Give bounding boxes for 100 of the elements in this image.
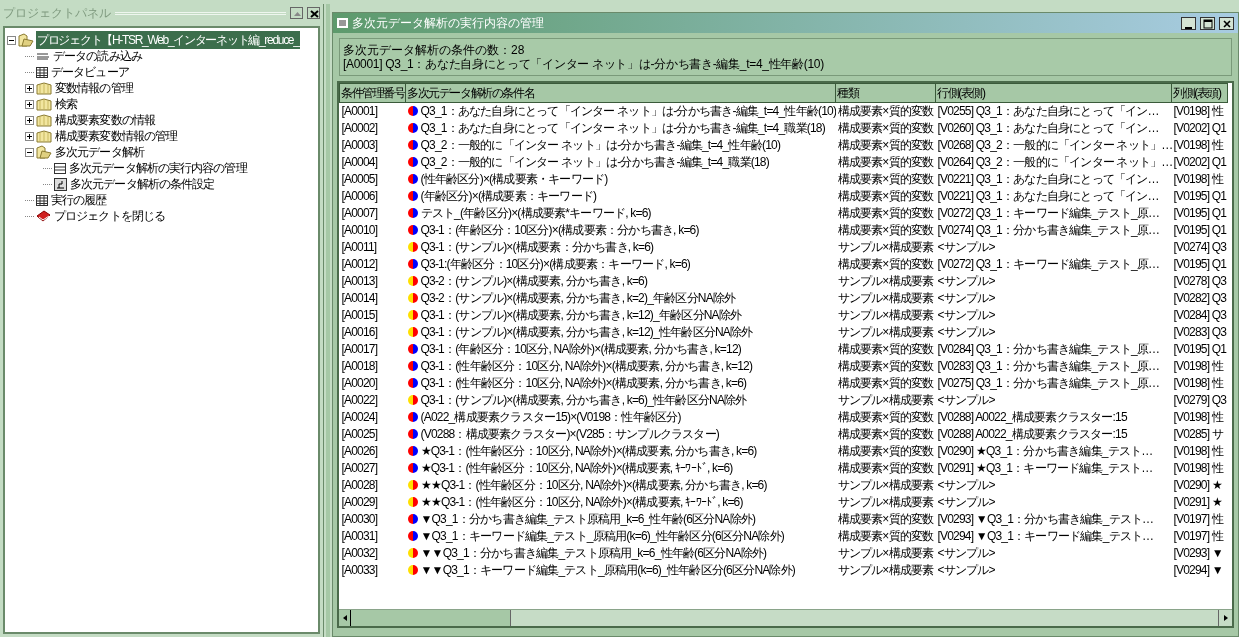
column-header[interactable]: 列側(表頭) — [1171, 83, 1228, 103]
table-cell: (性年齢区分)×(構成要素・キーワード) — [420, 172, 608, 186]
table-cell-text: 構成要素×質的変数 — [836, 375, 935, 392]
collapse-icon[interactable] — [290, 7, 303, 19]
table-cell-text: [V0291] ★Q3_1：キーワード編集_テスト… — [936, 460, 1154, 477]
table-cell-text: [V0260] Q3_1：あなた自身にとって「イン… — [936, 120, 1160, 137]
expand-toggle-icon[interactable] — [25, 99, 34, 109]
table-cell-text: [V0275] Q3_1：分かち書き編集_テスト_原… — [936, 375, 1161, 392]
table-cell-text: [V0294] ▼Q3_1：キーワード編集_テスト… — [936, 528, 1155, 545]
tree-item[interactable]: 多次元データ解析 — [54, 143, 145, 161]
tree-item[interactable]: 実行の履歴 — [50, 191, 108, 209]
tree-item[interactable]: データの読み込み — [52, 47, 143, 65]
folder-icon — [36, 113, 52, 127]
table-cell-text: 構成要素×質的変数 — [836, 256, 935, 273]
table-cell-text: [A0029] — [340, 494, 379, 511]
table-cell-text: 構成要素×質的変数 — [836, 154, 935, 171]
tree-item[interactable]: 変数情報の管理 — [54, 79, 134, 97]
tree-item[interactable]: 検索 — [54, 95, 79, 113]
table-cell: Q3-1：(年齢区分：10区分)×(構成要素：分かち書き, k=6) — [420, 223, 699, 237]
table-cell-text: [A0003] — [340, 137, 379, 154]
condition-count: 多次元データ解析の条件の数：28 — [343, 43, 526, 57]
close-icon[interactable] — [307, 7, 320, 19]
table-cell-text: [V0293] ▼Q3_1：分かち書き編集_テスト… — [936, 511, 1155, 528]
table-cell-text: [V0283] Q3 — [1172, 324, 1228, 341]
chart-icon — [54, 177, 67, 191]
table-cell-text: 構成要素×質的変数 — [836, 120, 935, 137]
table-cell-text: [V0195] Q1 — [1172, 256, 1228, 273]
table-cell: Q3-1：(サンプル)×(構成要素, 分かち書き, k=6)_性年齢区分NA除外 — [420, 393, 747, 407]
expand-toggle-icon[interactable] — [25, 83, 34, 93]
table-cell: Q3_2：一般的に「インター ネット」は-分かち書き-編集_t=4_性年齢(10) — [420, 138, 781, 152]
table-cell-text: [A0017] — [340, 341, 379, 358]
tree-item[interactable]: 多次元データ解析の実行内容の管理 — [68, 159, 248, 177]
table-cell: ▼▼Q3_1：分かち書き編集_テスト原稿用_k=6_性年齢(6区分NA除外) — [420, 546, 767, 560]
tree-item[interactable]: プロジェクト【H-TSR_Web_インターネット編_reduce_ — [36, 31, 300, 49]
collapse-toggle-icon[interactable] — [7, 35, 16, 45]
minimize-icon[interactable] — [1181, 16, 1196, 30]
table-cell: ★★Q3-1：(性年齢区分：10区分, NA除外)×(構成要素, 分かち書き, k=6) — [420, 478, 767, 492]
table-cell-text: [A0027] — [340, 460, 379, 477]
table-cell-text: [A0032] — [340, 545, 379, 562]
table-cell-text: [V0290] ★ — [1172, 477, 1223, 494]
table-cell-text: [A0012] — [340, 256, 379, 273]
table-cell-text: [V0272] Q3_1：キーワード編集_テスト_原… — [936, 205, 1161, 222]
table-cell-text: [A0033] — [340, 562, 379, 579]
column-header[interactable]: 条件管理番号 — [339, 83, 406, 103]
table-cell-text: [V0202] Q1 — [1172, 154, 1228, 171]
collapse-toggle-icon[interactable] — [25, 147, 34, 157]
table-cell-text: [V0202] Q1 — [1172, 120, 1228, 137]
table-cell-text: [V0195] Q1 — [1172, 341, 1228, 358]
scroll-left-button[interactable] — [339, 610, 351, 626]
table-cell-text: [A0006] — [340, 188, 379, 205]
table-cell-text: [V0294] ▼ — [1172, 562, 1224, 579]
table-cell-text: サンプル×構成要素 — [836, 307, 935, 324]
table-cell-text: [V0274] Q3 — [1172, 239, 1228, 256]
column-header[interactable]: 種類 — [835, 83, 936, 103]
folder-icon — [36, 81, 52, 95]
table-cell-text: [V0198] 性 — [1172, 443, 1225, 460]
tree-item[interactable]: 構成要素変数の情報 — [54, 111, 156, 129]
list-icon — [54, 162, 66, 174]
book-icon — [36, 210, 51, 222]
table-cell-text: 構成要素×質的変数 — [836, 409, 935, 426]
table-cell-text: [A0030] — [340, 511, 379, 528]
table-cell-text: サンプル×構成要素 — [836, 494, 935, 511]
table-cell-text: サンプル×構成要素 — [836, 562, 935, 579]
tree-item[interactable]: 構成要素変数情報の管理 — [54, 127, 179, 145]
table-cell-text: 構成要素×質的変数 — [836, 205, 935, 222]
table-cell-text: <サンプル> — [936, 273, 996, 290]
table-cell: (V0288：構成要素クラスター)×(V285：サンプルクラスター) — [420, 427, 720, 441]
table-cell-text: [A0022] — [340, 392, 379, 409]
tree-item[interactable]: プロジェクトを閉じる — [53, 207, 166, 225]
table-cell-text: [A0010] — [340, 222, 379, 239]
open-folder-icon — [36, 145, 52, 159]
table-cell-text: サンプル×構成要素 — [836, 324, 935, 341]
table-cell-text: [A0014] — [340, 290, 379, 307]
table-cell-text: [A0011] — [340, 239, 378, 256]
table-cell-text: [A0016] — [340, 324, 379, 341]
table-cell-text: [V0278] Q3 — [1172, 273, 1228, 290]
table-cell-text: 構成要素×質的変数 — [836, 528, 935, 545]
tree-item[interactable]: 多次元データ解析の条件設定 — [69, 175, 216, 193]
table-cell-text: [V0198] 性 — [1172, 460, 1225, 477]
table-cell: テスト_(年齢区分)×(構成要素*キーワード, k=6) — [420, 206, 651, 220]
table-cell-text: 構成要素×質的変数 — [836, 426, 935, 443]
table-cell-text: [V0268] Q3_2：一般的に「インター ネット」… — [936, 137, 1172, 154]
column-header[interactable]: 行側(表側) — [935, 83, 1172, 103]
expand-toggle-icon[interactable] — [25, 115, 34, 125]
table-cell-text: [A0028] — [340, 477, 379, 494]
table-cell-text: 構成要素×質的変数 — [836, 137, 935, 154]
scrollbar-thumb[interactable] — [351, 610, 511, 626]
right-arrow-icon — [1223, 615, 1228, 621]
table-cell-text: 構成要素×質的変数 — [836, 341, 935, 358]
expand-toggle-icon[interactable] — [25, 131, 34, 141]
table-cell: (年齢区分)×(構成要素：キーワード) — [420, 189, 597, 203]
table-cell-text: [A0031] — [340, 528, 379, 545]
column-header[interactable]: 多次元データ解析の条件名 — [405, 83, 836, 103]
table-cell: ▼Q3_1：分かち書き編集_テスト原稿用_k=6_性年齢(6区分NA除外) — [420, 512, 756, 526]
close-icon[interactable] — [1219, 16, 1234, 30]
table-cell-text: <サンプル> — [936, 392, 996, 409]
table-cell-text: <サンプル> — [936, 290, 996, 307]
maximize-icon[interactable] — [1200, 16, 1215, 30]
table-cell-text: 構成要素×質的変数 — [836, 188, 935, 205]
tree-item[interactable]: データビューア — [50, 63, 130, 81]
